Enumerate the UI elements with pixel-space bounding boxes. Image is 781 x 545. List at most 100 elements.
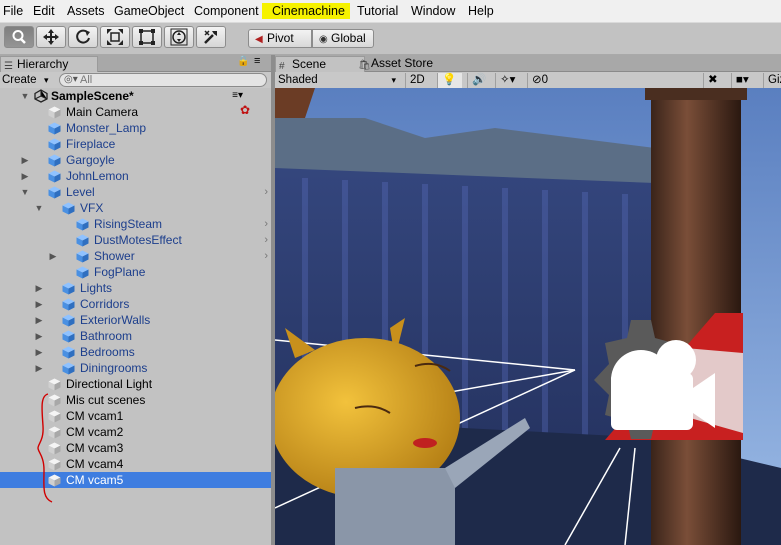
open-prefab-chevron-icon[interactable]: › <box>264 232 268 248</box>
menu-component[interactable]: Component <box>192 3 261 19</box>
hierarchy-row[interactable]: ▶ JohnLemon <box>0 168 271 184</box>
hierarchy-row-label: Directional Light <box>66 377 153 391</box>
hierarchy-row-label: Bathroom <box>80 329 133 343</box>
hierarchy-row[interactable]: ▶ ExteriorWalls <box>0 312 271 328</box>
gizmos-dropdown[interactable]: Giz <box>763 73 781 88</box>
rotate-tool-button[interactable] <box>68 26 98 48</box>
gameobject-cube-icon <box>48 106 61 119</box>
scale-tool-button[interactable] <box>100 26 130 48</box>
hierarchy-row[interactable]: ▼ Level › <box>0 184 271 200</box>
expand-arrow-icon[interactable]: ▶ <box>20 168 30 184</box>
prefab-cube-icon <box>76 266 89 279</box>
menu-cinemachine-label: Cinemachine <box>272 4 345 18</box>
hierarchy-row-label: Main Camera <box>66 105 139 119</box>
hierarchy-row[interactable]: ▶ Diningrooms <box>0 360 271 376</box>
prefab-cube-icon <box>62 282 75 295</box>
hierarchy-row-label: Fireplace <box>66 137 116 151</box>
rect-tool-icon <box>139 29 155 45</box>
pivot-toggle[interactable]: ◀ Pivot <box>248 29 312 48</box>
hierarchy-row[interactable]: ▶ Bedrooms <box>0 344 271 360</box>
hidden-count: 0 <box>541 74 549 86</box>
hand-tool-button[interactable] <box>4 26 34 48</box>
prefab-cube-icon <box>48 154 61 167</box>
menu-tutorial[interactable]: Tutorial <box>355 3 400 19</box>
hierarchy-row[interactable]: ▶ Corridors <box>0 296 271 312</box>
pivot-icon: ◀ <box>255 34 263 45</box>
camera-dropdown[interactable]: ■▾ <box>731 73 762 88</box>
hierarchy-row[interactable]: DustMotesEffect › <box>0 232 271 248</box>
hierarchy-search-input[interactable]: ◎▾ All <box>59 73 267 87</box>
expand-arrow-icon[interactable]: ▶ <box>34 280 44 296</box>
tab-scene[interactable]: # Scene <box>275 56 365 72</box>
hierarchy-row[interactable]: Main Camera ✿ <box>0 103 271 120</box>
menu-cinemachine[interactable]: Cinemachine <box>262 3 350 19</box>
prefab-cube-icon <box>62 330 75 343</box>
hierarchy-row[interactable]: ▼ VFX <box>0 200 271 216</box>
transform-tool-button[interactable] <box>164 26 194 48</box>
open-prefab-chevron-icon[interactable]: › <box>264 184 268 200</box>
hidden-objects-toggle[interactable]: ⊘0 <box>527 73 562 88</box>
expand-arrow-icon[interactable]: ▶ <box>34 312 44 328</box>
pivot-label: Pivot <box>267 31 294 45</box>
lock-icon[interactable]: 🔒 <box>237 56 249 67</box>
transform-tool-icon <box>170 28 188 46</box>
menu-gameobject[interactable]: GameObject <box>112 3 186 19</box>
menu-window[interactable]: Window <box>409 3 457 19</box>
hierarchy-row[interactable]: ▶ Gargoyle <box>0 152 271 168</box>
prefab-cube-icon <box>62 346 75 359</box>
prefab-cube-icon <box>48 186 61 199</box>
prefab-cube-icon <box>62 362 75 375</box>
menu-bar: File Edit Assets GameObject Component Ci… <box>0 0 781 23</box>
hierarchy-row[interactable]: RisingSteam › <box>0 216 271 232</box>
expand-arrow-icon[interactable]: ▶ <box>34 296 44 312</box>
menu-edit[interactable]: Edit <box>31 3 57 19</box>
lighting-toggle[interactable]: 💡 <box>437 73 462 88</box>
effects-dropdown[interactable]: ✧▾ <box>495 73 526 88</box>
global-toggle[interactable]: ◉ Global <box>312 29 374 48</box>
tab-asset-store[interactable]: 🛍 Asset Store <box>355 56 461 71</box>
expand-arrow-icon[interactable]: ▼ <box>20 88 30 104</box>
tab-hierarchy-label: Hierarchy <box>17 57 69 71</box>
unity-scene-icon <box>34 89 48 103</box>
tab-hierarchy[interactable]: ☰ Hierarchy <box>0 56 98 72</box>
hierarchy-row-label: Mis cut scenes <box>66 393 146 407</box>
hierarchy-row[interactable]: FogPlane <box>0 264 271 280</box>
collapse-arrow-icon[interactable]: ▼ <box>34 200 44 216</box>
expand-arrow-icon[interactable]: ▶ <box>48 248 58 264</box>
hierarchy-row[interactable]: Fireplace <box>0 136 271 152</box>
expand-arrow-icon[interactable]: ▶ <box>34 328 44 344</box>
menu-help[interactable]: Help <box>466 3 496 19</box>
hierarchy-row-label: Shower <box>94 249 135 263</box>
hierarchy-row[interactable]: ▶ Lights <box>0 280 271 296</box>
move-tool-button[interactable] <box>36 26 66 48</box>
prefab-cube-icon <box>76 218 89 231</box>
hierarchy-row-label: CM vcam1 <box>66 409 124 423</box>
open-prefab-chevron-icon[interactable]: › <box>264 248 268 264</box>
menu-assets[interactable]: Assets <box>65 3 107 19</box>
2d-toggle[interactable]: 2D <box>405 73 434 88</box>
prefab-cube-icon <box>62 202 75 215</box>
expand-arrow-icon[interactable]: ▶ <box>34 360 44 376</box>
prefab-cube-icon <box>62 314 75 327</box>
scene-panel-header: # Scene 🛍 Asset Store <box>275 55 781 72</box>
expand-arrow-icon[interactable]: ▶ <box>20 152 30 168</box>
open-prefab-chevron-icon[interactable]: › <box>264 216 268 232</box>
expand-arrow-icon[interactable]: ▶ <box>34 344 44 360</box>
shading-mode-dropdown[interactable]: Shaded <box>278 73 396 88</box>
collapse-arrow-icon[interactable]: ▼ <box>20 184 30 200</box>
scene-tools-button[interactable]: ✖ <box>703 73 726 88</box>
hierarchy-row[interactable]: ▶ Shower › <box>0 248 271 264</box>
audio-toggle[interactable]: 🔊 <box>467 73 490 88</box>
menu-file[interactable]: File <box>1 3 25 19</box>
scene-row[interactable]: ▼ SampleScene* ≡▾ <box>0 88 271 104</box>
custom-tool-button[interactable] <box>196 26 226 48</box>
hierarchy-row[interactable]: Monster_Lamp <box>0 120 271 136</box>
panel-menu-icon[interactable]: ≡ <box>254 55 260 67</box>
create-dropdown[interactable]: Create <box>2 73 49 88</box>
rect-tool-button[interactable] <box>132 26 162 48</box>
scene-viewport[interactable] <box>275 88 781 545</box>
hierarchy-row[interactable]: Directional Light <box>0 376 271 392</box>
hierarchy-row[interactable]: ▶ Bathroom <box>0 328 271 344</box>
hierarchy-row-label: CM vcam5 <box>66 473 124 487</box>
hierarchy-row-label: RisingSteam <box>94 217 163 231</box>
